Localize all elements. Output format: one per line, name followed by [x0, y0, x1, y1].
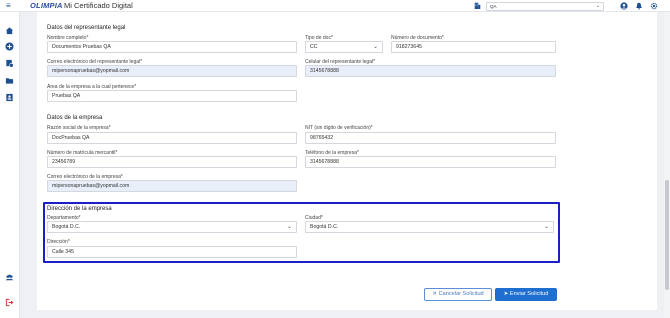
chevron-down-icon: ⌄: [543, 224, 549, 230]
building-icon: [474, 2, 481, 9]
cancel-request-button[interactable]: ✕ Cancelar Solicitud: [424, 288, 492, 301]
certificates-icon[interactable]: [5, 59, 14, 68]
chevron-down-icon: ⌄: [372, 44, 378, 50]
brand-logo: OLIMPIA: [30, 1, 63, 10]
section-title-legal-rep: Datos del representante legal: [47, 25, 126, 31]
label-razon: Razón social de la empresa*: [47, 125, 111, 131]
label-nit: NIT (sin digito de verificación)*: [305, 125, 373, 131]
input-matricula[interactable]: 23456789: [47, 156, 297, 168]
users-group-icon[interactable]: [5, 273, 14, 282]
label-direccion: Dirección*: [47, 239, 70, 245]
send-request-button[interactable]: ➤ Enviar Solicitud: [495, 288, 557, 301]
section-title-address: Dirección de la empresa: [47, 206, 112, 212]
section-title-company: Datos de la empresa: [47, 115, 103, 121]
hamburger-icon[interactable]: ≡: [6, 1, 11, 11]
home-icon[interactable]: [5, 26, 14, 35]
input-area[interactable]: Pruebas QA: [47, 90, 297, 102]
input-celular-rep[interactable]: 3145678888: [305, 65, 556, 77]
input-correo-emp[interactable]: mipersonapruebas@yopmail.com: [47, 180, 297, 192]
input-num-doc[interactable]: 918273645: [391, 41, 556, 53]
select-departamento[interactable]: Bogotá D.C. ⌄: [47, 221, 297, 233]
user-circle-icon[interactable]: [620, 2, 628, 10]
input-direccion[interactable]: Calle 345: [47, 246, 297, 258]
input-nombre[interactable]: Documentos Pruebas QA: [47, 41, 297, 53]
chevron-down-icon: ⌄: [286, 224, 292, 230]
bell-icon[interactable]: [635, 2, 643, 10]
top-bar: ≡ OLIMPIA Mi Certificado Digital QA ⌄: [0, 0, 670, 12]
add-circle-icon[interactable]: [5, 42, 14, 51]
input-nit[interactable]: 98765432: [305, 132, 556, 144]
organization-select[interactable]: QA ⌄: [486, 1, 604, 11]
sidebar: [0, 12, 20, 318]
gear-icon[interactable]: [650, 2, 658, 10]
input-correo-rep[interactable]: mipersonapruebas@yopmail.com: [47, 65, 297, 77]
folder-icon[interactable]: [5, 76, 14, 85]
logout-icon[interactable]: [5, 298, 14, 307]
chevron-down-icon: ⌄: [595, 2, 600, 9]
input-telefono[interactable]: 3145678888: [305, 156, 556, 168]
page-scrollbar[interactable]: [664, 12, 670, 318]
app-title: Mi Certificado Digital: [64, 1, 133, 10]
contact-card-icon[interactable]: [5, 93, 14, 102]
scrollbar-thumb[interactable]: [665, 180, 669, 290]
select-ciudad[interactable]: Bogotá D.C. ⌄: [305, 221, 554, 233]
select-tipo-doc[interactable]: CC ⌄: [305, 41, 383, 53]
input-razon[interactable]: DocPruebas QA: [47, 132, 297, 144]
